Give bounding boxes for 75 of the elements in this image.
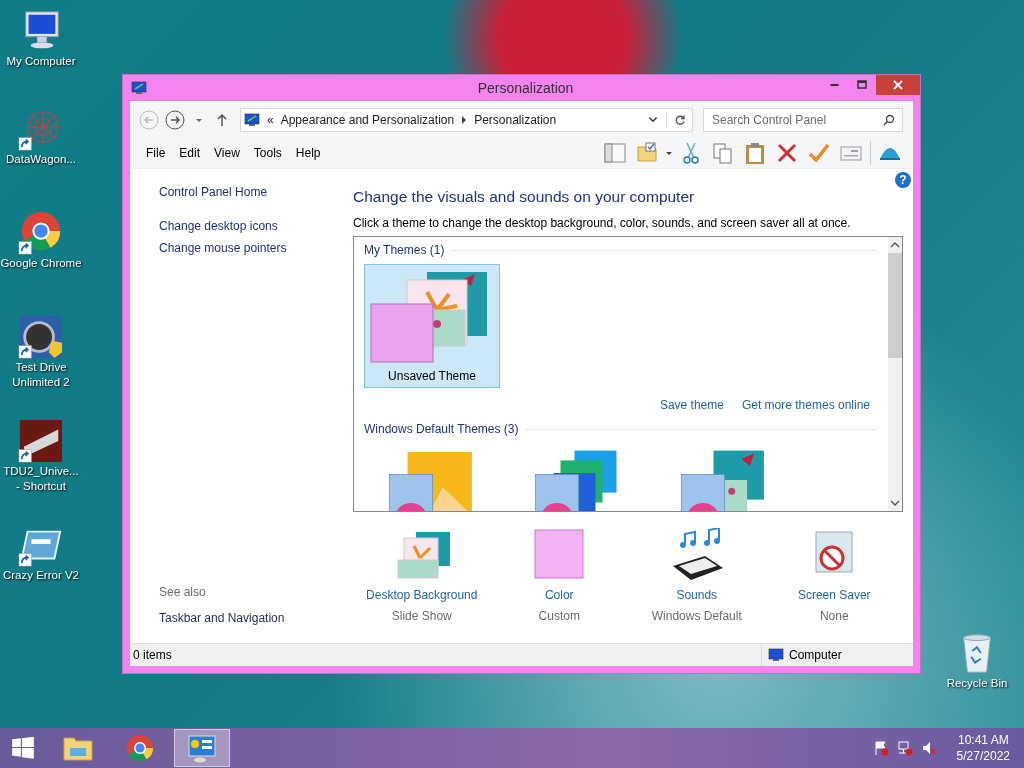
setting-link[interactable]: Sounds <box>676 588 718 602</box>
page-heading: Change the visuals and sounds on your computer <box>353 188 696 206</box>
setting-value: Custom <box>538 609 580 623</box>
desktop-shortcut[interactable]: Google Chrome <box>0 210 82 308</box>
theme-name: Unsaved Theme <box>388 369 476 383</box>
shortcut-icon <box>18 314 64 360</box>
control-panel-icon <box>186 732 218 764</box>
paste-icon[interactable] <box>743 141 767 165</box>
theme-link[interactable]: Get more themes online <box>741 398 870 412</box>
group-heading: Windows Default Themes (3) <box>364 422 519 436</box>
sidebar-link[interactable]: Control Panel Home <box>159 185 353 199</box>
desktop-shortcut[interactable]: DataWagon... <box>0 106 82 204</box>
volume-muted-icon[interactable] <box>920 740 937 756</box>
scroll-down-icon[interactable] <box>890 499 900 507</box>
shortcut-label: DataWagon... <box>5 152 77 167</box>
sidebar-link[interactable]: Change desktop icons <box>159 219 353 233</box>
see-also-link[interactable]: Taskbar and Navigation <box>159 611 353 625</box>
up-arrow-icon[interactable] <box>216 113 228 127</box>
shortcut-label: My Computer <box>5 54 77 69</box>
shortcut-icon <box>18 418 64 464</box>
group-heading: My Themes (1) <box>364 243 445 257</box>
clock-date: 5/27/2022 <box>956 748 1010 764</box>
see-also-heading: See also <box>159 585 207 599</box>
start-button[interactable] <box>10 735 36 761</box>
menu-item[interactable]: Edit <box>173 146 207 160</box>
menu-item[interactable]: Tools <box>247 146 288 160</box>
desktop-shortcut[interactable]: Test Drive Unlimited 2 <box>0 314 82 412</box>
theme-link[interactable]: Save theme <box>659 398 724 412</box>
desktop-shortcut[interactable]: Crazy Error V2 <box>0 522 82 620</box>
location-label: Computer <box>789 648 842 662</box>
address-bar[interactable]: « Appearance and Personalization Personalization <box>240 108 693 132</box>
browser-icon <box>124 732 156 764</box>
scroll-up-icon[interactable] <box>890 241 900 249</box>
shortcut-label: Recycle Bin <box>945 676 1009 691</box>
shortcut-label: Crazy Error V2 <box>1 568 80 583</box>
network-icon[interactable] <box>896 740 913 756</box>
setting-link[interactable]: Color <box>544 588 574 602</box>
checkmark-icon[interactable] <box>807 141 831 165</box>
monitor-icon <box>131 80 147 96</box>
window-title: Personalization <box>477 80 574 96</box>
maximize-icon <box>857 80 867 90</box>
setting-value: Slide Show <box>391 609 452 623</box>
item-count: 0 items <box>132 648 173 662</box>
forward-button[interactable] <box>164 109 186 131</box>
shortcut-label: TDU2_Unive... - Shortcut <box>2 464 80 494</box>
desktop-shortcut[interactable]: TDU2_Unive... - Shortcut <box>0 418 82 516</box>
shortcut-label: Test Drive Unlimited 2 <box>11 360 71 390</box>
sidebar-link[interactable]: Change mouse pointers <box>159 241 353 255</box>
menu-item[interactable]: File <box>140 146 172 160</box>
setting-link[interactable]: Screen Saver <box>797 588 871 602</box>
search-field[interactable]: Search Control Panel <box>703 108 903 132</box>
scrollbar[interactable] <box>888 237 902 511</box>
flag-icon[interactable] <box>872 740 889 756</box>
shortcut-label: Google Chrome <box>0 256 82 271</box>
setting-link[interactable]: Desktop Background <box>366 588 478 602</box>
help-button[interactable]: ? <box>895 172 911 188</box>
menu-item[interactable]: View <box>208 146 246 160</box>
page-description: Click a theme to change the desktop background, color, sounds, and screen saver all at once. <box>353 216 852 230</box>
desktop-shortcut[interactable]: Recycle Bin <box>936 630 1018 691</box>
setting-value: None <box>819 609 849 623</box>
setting-value: Windows Default <box>651 609 742 623</box>
search-icon[interactable] <box>883 114 895 126</box>
menu-item[interactable]: Help <box>289 146 327 160</box>
layout-pane-icon[interactable] <box>603 141 627 165</box>
theme-tile[interactable]: Unsaved Theme <box>364 264 500 388</box>
delete-icon[interactable] <box>775 141 799 165</box>
close-icon <box>893 80 903 90</box>
close-button[interactable] <box>876 75 920 95</box>
minimize-icon <box>829 84 839 86</box>
folder-check-icon[interactable] <box>635 141 659 165</box>
clock[interactable]: 10:41 AM 5/27/2022 <box>940 732 1024 764</box>
computer-icon <box>768 647 784 663</box>
desktop-shortcut[interactable]: My Computer <box>0 8 82 100</box>
clock-time: 10:41 AM <box>957 732 1009 748</box>
taskbar-app[interactable] <box>174 729 230 767</box>
